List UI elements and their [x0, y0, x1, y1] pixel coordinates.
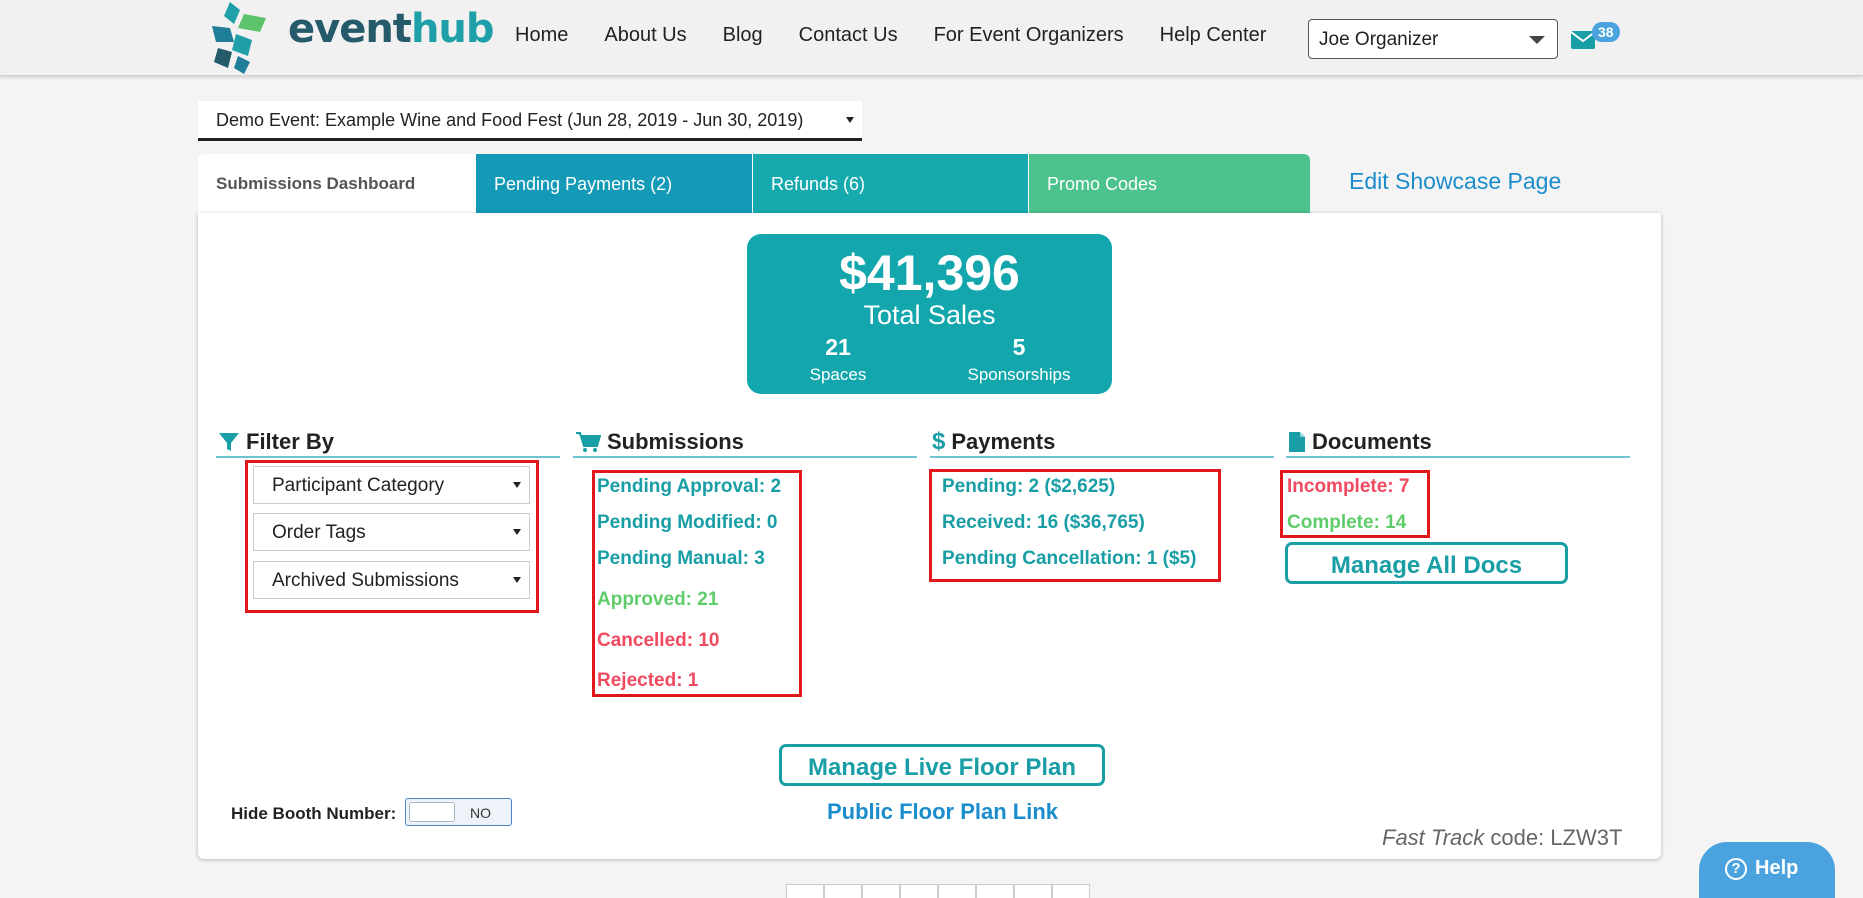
- page-button[interactable]: [862, 884, 900, 898]
- main-nav: Home About Us Blog Contact Us For Event …: [515, 24, 1302, 47]
- eventhub-logo-icon: [212, 2, 266, 74]
- help-button[interactable]: ? Help: [1699, 842, 1835, 898]
- payments-title: Payments: [951, 429, 1056, 454]
- archived-submissions-select[interactable]: Archived Submissions: [253, 561, 530, 599]
- public-floor-plan-link[interactable]: Public Floor Plan Link: [780, 799, 1105, 825]
- hide-booth-label: Hide Booth Number:: [231, 804, 397, 823]
- chevron-down-icon: [1529, 36, 1545, 44]
- caret-down-icon: [513, 577, 521, 583]
- tab-pending-payments[interactable]: Pending Payments (2): [476, 154, 752, 214]
- fast-track-prefix: Fast Track: [1382, 825, 1485, 850]
- submissions-title: Submissions: [607, 429, 744, 454]
- page-button[interactable]: [1052, 884, 1090, 898]
- top-navbar: eventhub Home About Us Blog Contact Us F…: [0, 0, 1863, 76]
- sponsorships-stat: 5 Sponsorships: [944, 334, 1094, 385]
- pending-modified-link[interactable]: Pending Modified: 0: [597, 512, 778, 534]
- payments-pending-cancellation-link[interactable]: Pending Cancellation: 1 ($5): [942, 548, 1196, 570]
- edit-showcase-link[interactable]: Edit Showcase Page: [1349, 168, 1561, 195]
- spaces-stat: 21 Spaces: [763, 334, 913, 385]
- filter-by-heading: Filter By: [216, 428, 560, 458]
- documents-heading: Documents: [1286, 428, 1630, 458]
- total-sales-label: Total Sales: [863, 300, 996, 330]
- archived-submissions-label: Archived Submissions: [272, 570, 459, 591]
- page-button[interactable]: [786, 884, 824, 898]
- user-account-select[interactable]: Joe Organizer: [1308, 19, 1558, 59]
- toggle-knob: [409, 802, 455, 822]
- pending-approval-link[interactable]: Pending Approval: 2: [597, 476, 781, 498]
- order-tags-select[interactable]: Order Tags: [253, 513, 530, 551]
- cart-icon: [576, 432, 601, 452]
- nav-about-us[interactable]: About Us: [604, 24, 686, 47]
- spaces-label: Spaces: [809, 365, 867, 384]
- event-select-value: Demo Event: Example Wine and Food Fest (…: [216, 110, 804, 130]
- cancelled-link[interactable]: Cancelled: 10: [597, 630, 720, 652]
- dollar-icon: $: [932, 428, 946, 455]
- mail-count-badge: 38: [1592, 22, 1620, 42]
- dashboard-tabs: Submissions Dashboard Pending Payments (…: [198, 154, 1310, 214]
- user-name: Joe Organizer: [1319, 29, 1439, 50]
- caret-down-icon: [513, 529, 521, 535]
- order-tags-label: Order Tags: [272, 522, 366, 543]
- filter-by-title: Filter By: [246, 429, 335, 454]
- sponsorships-label: Sponsorships: [967, 365, 1071, 384]
- fast-track-suffix: code: LZW3T: [1484, 825, 1623, 850]
- nav-help-center[interactable]: Help Center: [1160, 24, 1267, 47]
- payments-heading: $ Payments: [930, 428, 1274, 458]
- tab-submissions-dashboard[interactable]: Submissions Dashboard: [198, 154, 476, 214]
- participant-category-select[interactable]: Participant Category: [253, 466, 530, 504]
- pending-manual-link[interactable]: Pending Manual: 3: [597, 548, 765, 570]
- hide-booth-toggle[interactable]: NO: [405, 798, 512, 826]
- payments-pending-link[interactable]: Pending: 2 ($2,625): [942, 476, 1115, 498]
- toggle-value: NO: [470, 805, 491, 821]
- documents-title: Documents: [1312, 429, 1432, 454]
- rejected-link[interactable]: Rejected: 1: [597, 670, 698, 692]
- total-sales-card: $41,396 Total Sales 21 Spaces 5 Sponsors…: [747, 234, 1112, 394]
- spaces-count: 21: [825, 334, 851, 360]
- eventhub-logo[interactable]: eventhub: [208, 0, 495, 74]
- nav-blog[interactable]: Blog: [723, 24, 763, 47]
- filter-icon: [219, 433, 239, 451]
- eventhub-wordmark: eventhub: [288, 6, 495, 52]
- help-label: Help: [1755, 857, 1799, 879]
- documents-incomplete-link[interactable]: Incomplete: 7: [1287, 476, 1409, 498]
- manage-all-docs-button[interactable]: Manage All Docs: [1285, 542, 1568, 584]
- question-icon: ?: [1725, 858, 1747, 880]
- pagination: [786, 884, 1090, 898]
- submissions-highlight-box: [592, 470, 802, 697]
- tab-promo-codes[interactable]: Promo Codes: [1028, 154, 1310, 214]
- page-button[interactable]: [824, 884, 862, 898]
- caret-down-icon: [513, 482, 521, 488]
- page-button[interactable]: [1014, 884, 1052, 898]
- nav-contact-us[interactable]: Contact Us: [799, 24, 898, 47]
- documents-complete-link[interactable]: Complete: 14: [1287, 512, 1406, 534]
- nav-event-organizers[interactable]: For Event Organizers: [934, 24, 1124, 47]
- caret-down-icon: [846, 117, 854, 123]
- sponsorships-count: 5: [1012, 334, 1026, 360]
- nav-home[interactable]: Home: [515, 24, 568, 47]
- fast-track-code: Fast Track code: LZW3T: [1382, 825, 1622, 851]
- approved-link[interactable]: Approved: 21: [597, 589, 718, 611]
- page-button[interactable]: [938, 884, 976, 898]
- tab-refunds[interactable]: Refunds (6): [752, 154, 1028, 214]
- participant-category-label: Participant Category: [272, 475, 445, 496]
- document-icon: [1289, 432, 1305, 452]
- event-select[interactable]: Demo Event: Example Wine and Food Fest (…: [198, 101, 862, 141]
- total-sales-amount: $41,396: [839, 245, 1020, 301]
- submissions-heading: Submissions: [573, 428, 917, 458]
- payments-received-link[interactable]: Received: 16 ($36,765): [942, 512, 1145, 534]
- manage-live-floor-plan-button[interactable]: Manage Live Floor Plan: [779, 744, 1105, 786]
- page-button[interactable]: [976, 884, 1014, 898]
- page-button[interactable]: [900, 884, 938, 898]
